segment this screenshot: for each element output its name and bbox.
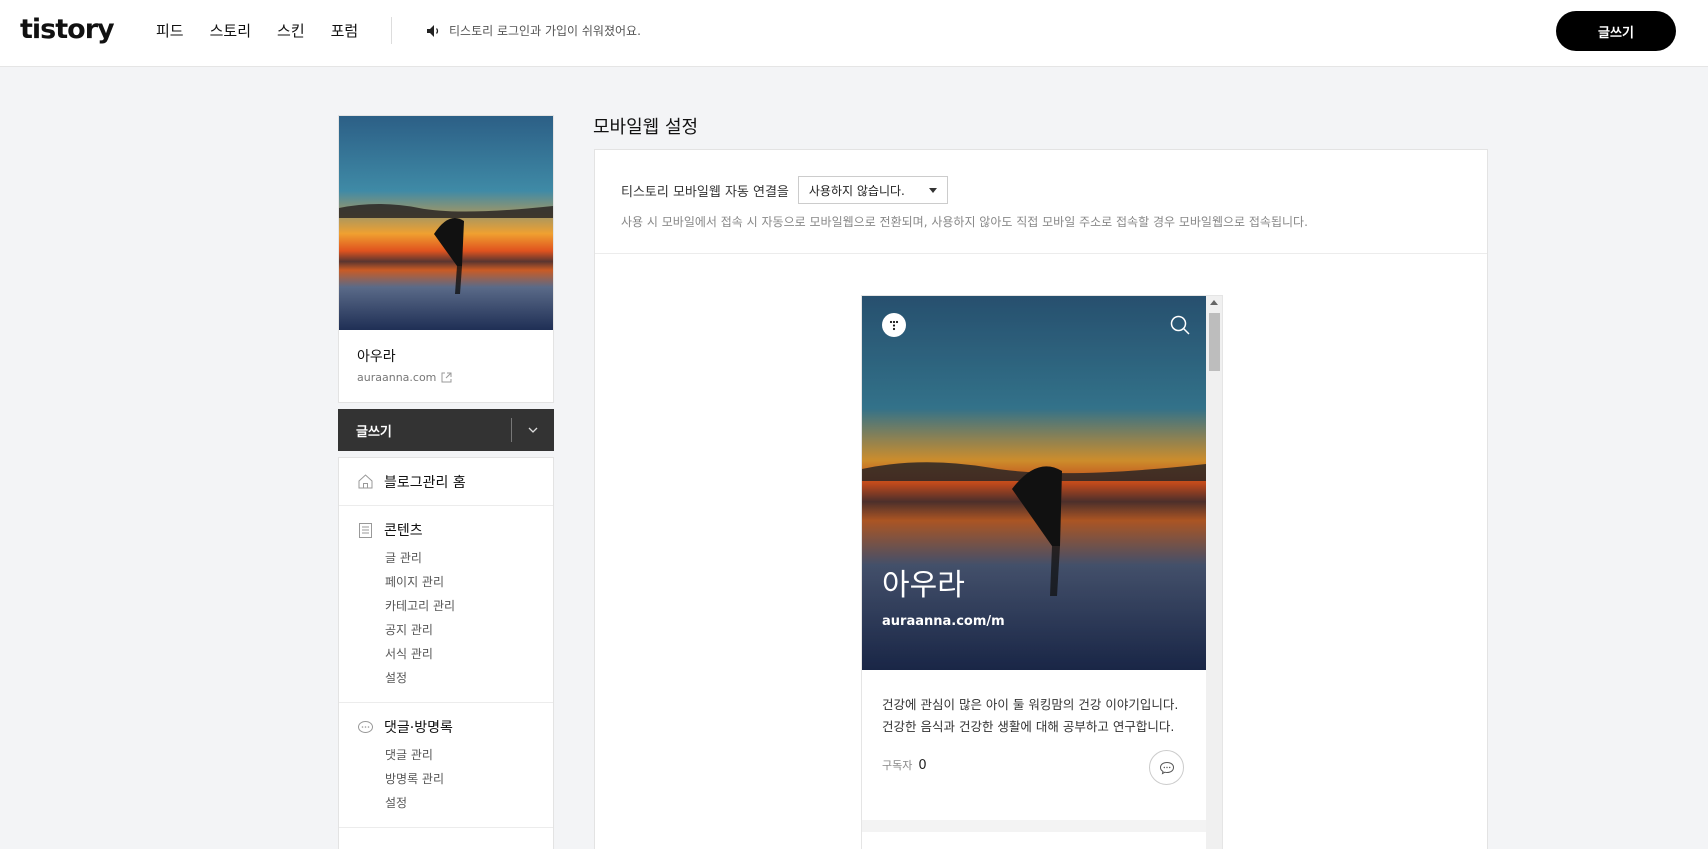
preview-blog-url[interactable]: auraanna.com/m <box>882 614 1005 629</box>
auto-connect-setting: 티스토리 모바일웹 자동 연결을 사용하지 않습니다. <box>621 176 948 204</box>
notice-text: 티스토리 로그인과 가입이 쉬워졌어요. <box>449 24 641 38</box>
nav-divider <box>391 17 392 44</box>
preview-menu-button[interactable] <box>882 313 906 337</box>
sidebar-group-contents: 콘텐츠 글 관리 페이지 관리 카테고리 관리 공지 관리 서식 관리 설정 <box>339 506 553 703</box>
sidebar-write-button[interactable]: 글쓰기 <box>356 421 511 440</box>
blog-profile-card: 아우라 auraanna.com <box>338 115 554 403</box>
external-link-icon <box>441 372 452 383</box>
panel-divider <box>595 253 1487 254</box>
scroll-up-icon[interactable] <box>1210 300 1218 305</box>
blog-name[interactable]: 아우라 <box>357 346 396 366</box>
preview-next-section <box>862 832 1206 849</box>
search-icon[interactable] <box>1168 313 1192 337</box>
notice-banner[interactable]: 티스토리 로그인과 가입이 쉬워졌어요. <box>426 22 641 39</box>
subscriber-number: 0 <box>918 757 927 773</box>
sidebar-item-categories[interactable]: 카테고리 관리 <box>339 594 553 618</box>
tistory-logo[interactable]: tistory <box>20 14 115 45</box>
sidebar-group-title: 콘텐츠 <box>384 523 423 539</box>
nav-forum[interactable]: 포럼 <box>331 20 359 41</box>
sidebar-item-guestbook[interactable]: 방명록 관리 <box>339 767 553 791</box>
sidebar-item-home[interactable]: 블로그관리 홈 <box>339 458 553 506</box>
sidebar-item-home-label: 블로그관리 홈 <box>384 474 466 491</box>
blog-admin-menu: 블로그관리 홈 콘텐츠 글 관리 페이지 관리 카테고리 관리 공지 관리 서식… <box>338 457 554 849</box>
dots-menu-icon <box>889 320 899 331</box>
sunset-yoga-image <box>339 116 553 330</box>
sidebar-item-comments[interactable]: 댓글 관리 <box>339 743 553 767</box>
sidebar-item-pages[interactable]: 페이지 관리 <box>339 570 553 594</box>
sidebar-write-bar: 글쓰기 <box>338 409 554 451</box>
blog-url-link[interactable]: auraanna.com <box>357 371 452 384</box>
subscriber-count: 구독자 0 <box>882 757 927 773</box>
nav-story[interactable]: 스토리 <box>210 20 251 41</box>
preview-scrollbar[interactable] <box>1206 296 1222 849</box>
write-post-button[interactable]: 글쓰기 <box>1556 11 1676 51</box>
mobile-preview: 아우라 auraanna.com/m 건강에 관심이 많은 아이 둘 워킹맘의 … <box>861 295 1223 849</box>
home-icon <box>358 474 373 489</box>
page-title: 모바일웹 설정 <box>593 117 699 138</box>
sidebar-item-templates[interactable]: 서식 관리 <box>339 642 553 666</box>
top-nav-bar: tistory 피드 스토리 스킨 포럼 티스토리 로그인과 가입이 쉬워졌어요… <box>0 0 1708 67</box>
sidebar-group-head[interactable]: 댓글·방명록 <box>339 717 553 737</box>
write-options-toggle[interactable] <box>512 409 554 451</box>
sidebar-item-posts[interactable]: 글 관리 <box>339 546 553 570</box>
description-line: 건강한 음식과 건강한 생활에 대해 공부하고 연구합니다. <box>882 719 1175 734</box>
preview-blog-info: 건강에 관심이 많은 아이 둘 워킹맘의 건강 이야기입니다. 건강한 음식과 … <box>862 670 1206 820</box>
sidebar-item-comment-settings[interactable]: 설정 <box>339 791 553 815</box>
main-nav: 피드 스토리 스킨 포럼 <box>156 20 358 41</box>
document-icon <box>359 522 372 538</box>
sidebar-group-head[interactable]: 콘텐츠 <box>339 520 553 540</box>
speaker-icon <box>427 24 439 37</box>
blog-url-text: auraanna.com <box>357 371 437 384</box>
chevron-down-icon <box>528 427 538 433</box>
nav-skin[interactable]: 스킨 <box>277 20 305 41</box>
preview-hero: 아우라 auraanna.com/m <box>862 296 1206 670</box>
preview-blog-description: 건강에 관심이 많은 아이 둘 워킹맘의 건강 이야기입니다. 건강한 음식과 … <box>882 694 1178 738</box>
sidebar-item-content-settings[interactable]: 설정 <box>339 666 553 690</box>
sidebar-group-title: 댓글·방명록 <box>384 720 453 736</box>
select-value: 사용하지 않습니다. <box>808 183 905 198</box>
sidebar-item-notices[interactable]: 공지 관리 <box>339 618 553 642</box>
setting-help-text: 사용 시 모바일에서 접속 시 자동으로 모바일웹으로 전환되며, 사용하지 않… <box>621 215 1308 229</box>
description-line: 건강에 관심이 많은 아이 둘 워킹맘의 건강 이야기입니다. <box>882 697 1179 712</box>
speech-bubble-icon <box>1159 761 1174 774</box>
mobile-web-settings-panel: 티스토리 모바일웹 자동 연결을 사용하지 않습니다. 사용 시 모바일에서 접… <box>594 149 1488 849</box>
preview-blog-title: 아우라 <box>882 568 965 603</box>
sidebar-group-comments: 댓글·방명록 댓글 관리 방명록 관리 설정 <box>339 703 553 828</box>
blog-profile-image <box>339 116 553 330</box>
scroll-thumb[interactable] <box>1209 313 1220 371</box>
auto-connect-label: 티스토리 모바일웹 자동 연결을 <box>621 184 789 200</box>
auto-connect-select[interactable]: 사용하지 않습니다. <box>797 176 948 204</box>
comment-icon <box>358 720 373 733</box>
caret-down-icon <box>928 187 937 193</box>
preview-guestbook-button[interactable] <box>1149 750 1184 785</box>
subscriber-label: 구독자 <box>882 759 913 772</box>
nav-feed[interactable]: 피드 <box>156 20 184 41</box>
